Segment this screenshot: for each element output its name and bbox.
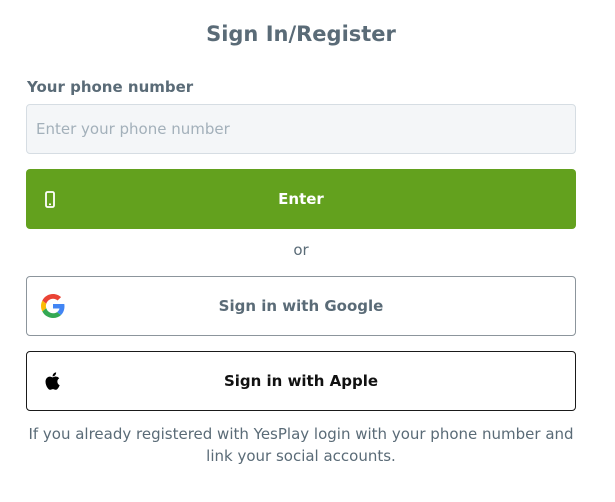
sign-in-with-apple-button[interactable]: Sign in with Apple	[26, 351, 576, 411]
page-title: Sign In/Register	[206, 22, 396, 46]
phone-number-label: Your phone number	[27, 78, 194, 96]
google-button-label: Sign in with Google	[218, 297, 384, 315]
google-logo-icon	[41, 294, 65, 318]
enter-button-label: Enter	[278, 190, 324, 208]
sign-in-with-google-button[interactable]: Sign in with Google	[26, 276, 576, 336]
apple-button-label: Sign in with Apple	[223, 372, 379, 390]
footer-note: If you already registered with YesPlay l…	[28, 425, 574, 465]
sign-in-register-panel: Sign In/Register Your phone number Enter…	[0, 0, 615, 502]
smartphone-icon	[45, 191, 55, 208]
phone-number-input[interactable]	[26, 104, 576, 154]
enter-button[interactable]: Enter	[26, 169, 576, 229]
apple-logo-icon	[41, 369, 65, 393]
or-divider: or	[293, 241, 309, 259]
